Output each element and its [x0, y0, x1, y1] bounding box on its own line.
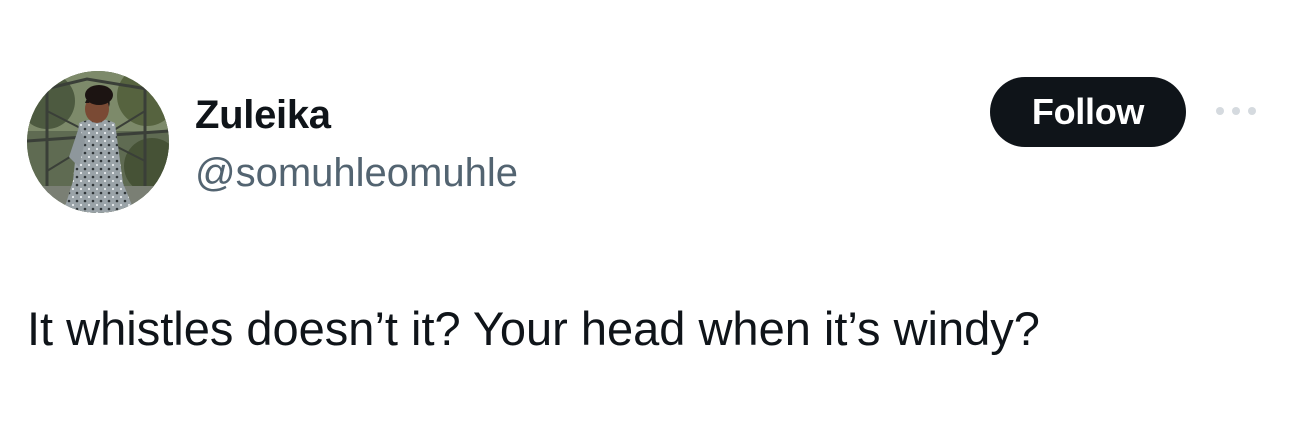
follow-button-label: Follow: [1031, 91, 1145, 132]
user-handle[interactable]: @somuhleomuhle: [195, 150, 518, 196]
tweet-card: Zuleika @somuhleomuhle Follow It whistle…: [0, 0, 1290, 429]
tweet-text: It whistles doesn’t it? Your head when i…: [27, 302, 1040, 355]
avatar[interactable]: [27, 71, 169, 213]
follow-button[interactable]: Follow: [990, 77, 1186, 147]
ellipsis-horizontal-icon: [1216, 107, 1256, 115]
display-name[interactable]: Zuleika: [195, 92, 331, 138]
avatar-photo-icon: [27, 71, 169, 213]
more-options-button[interactable]: [1208, 96, 1264, 126]
